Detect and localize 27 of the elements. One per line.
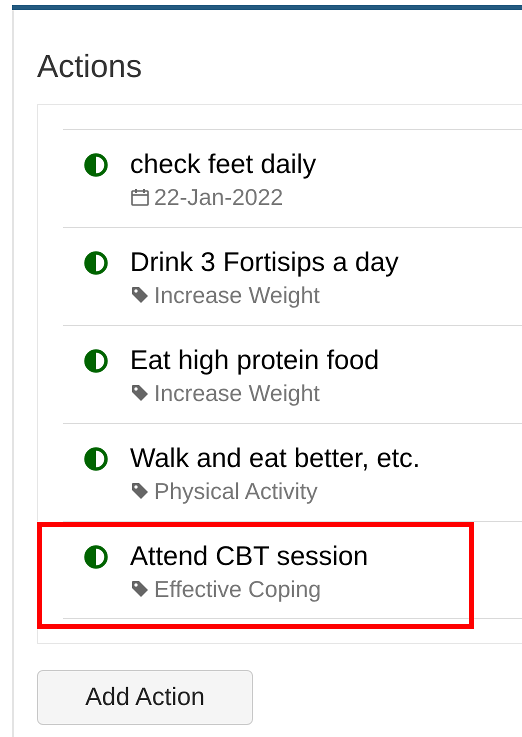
half-circle-icon: [84, 447, 108, 471]
tag-icon: [130, 383, 150, 403]
section-title: Actions: [37, 50, 142, 82]
action-tag: Increase Weight: [154, 280, 320, 310]
action-row[interactable]: Drink 3 Fortisips a day Increase Weight: [63, 227, 522, 325]
action-tag: Physical Activity: [154, 476, 318, 506]
action-row[interactable]: check feet daily 22-Jan-2022: [63, 129, 522, 227]
action-tag: Increase Weight: [154, 378, 320, 408]
action-tag: Effective Coping: [154, 574, 322, 604]
half-circle-icon: [84, 251, 108, 275]
half-circle-icon: [84, 349, 108, 373]
calendar-icon: [130, 187, 150, 207]
action-date: 22-Jan-2022: [154, 183, 284, 212]
action-row[interactable]: Eat high protein food Increase Weight: [63, 325, 522, 423]
action-title[interactable]: Attend CBT session: [130, 538, 368, 574]
add-action-button[interactable]: Add Action: [37, 670, 253, 725]
half-circle-icon: [84, 545, 108, 569]
tag-icon: [130, 579, 150, 599]
tag-icon: [130, 285, 150, 305]
half-circle-icon: [84, 153, 108, 177]
action-title[interactable]: Walk and eat better, etc.: [130, 440, 420, 476]
tag-icon: [130, 481, 150, 501]
action-title[interactable]: check feet daily: [130, 146, 316, 182]
action-row[interactable]: Walk and eat better, etc. Physical Activity: [63, 423, 522, 521]
action-row[interactable]: Attend CBT session Effective Coping: [63, 521, 522, 619]
action-title[interactable]: Drink 3 Fortisips a day: [130, 244, 399, 280]
action-title[interactable]: Eat high protein food: [130, 342, 380, 378]
